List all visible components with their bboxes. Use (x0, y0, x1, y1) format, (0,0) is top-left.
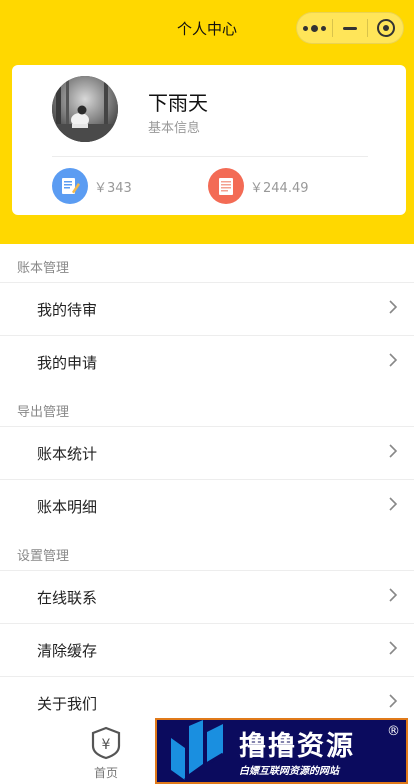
minimize-button[interactable] (333, 13, 368, 43)
registered-mark: ® (387, 724, 400, 739)
chevron-right-icon (389, 694, 398, 708)
stat-value: ￥343 (94, 180, 132, 196)
card-divider (52, 156, 368, 157)
chevron-right-icon (389, 300, 398, 314)
logo-mark-icon (171, 720, 224, 782)
minimize-icon (343, 26, 357, 30)
close-mini-program-button[interactable] (368, 13, 403, 43)
section-title: 设置管理 (17, 549, 70, 564)
menu-item-label: 在线联系 (37, 589, 98, 607)
avatar-photo (52, 76, 118, 142)
menu-item-label: 关于我们 (37, 695, 98, 713)
profile-info-link[interactable]: 基本信息 (148, 117, 200, 136)
chevron-right-icon (389, 588, 398, 602)
yen-glyph: ¥ (102, 737, 111, 753)
tab-home[interactable]: ¥ 首页 (80, 726, 132, 781)
menu-item-online-contact[interactable]: 在线联系 (0, 570, 414, 623)
section-title: 账本管理 (17, 261, 70, 276)
watermark-subtitle: 白嫖互联网资源的网站 (239, 766, 339, 777)
menu-item-label: 清除缓存 (37, 642, 98, 660)
watermark-logo: 撸撸资源 白嫖互联网资源的网站 ® (155, 718, 408, 784)
nav-bar: 个人中心 (0, 0, 414, 56)
watermark-title: 撸撸资源 (239, 731, 355, 762)
menu-item-ledger-details[interactable]: 账本明细 (0, 479, 414, 532)
menu-item-label: 账本统计 (37, 445, 98, 463)
mini-program-capsule (296, 12, 404, 44)
menu-item-label: 我的申请 (37, 354, 98, 372)
menu-item-my-pending[interactable]: 我的待审 (0, 282, 414, 335)
stat-value: ￥244.49 (250, 180, 309, 196)
chevron-right-icon (389, 353, 398, 367)
more-dots-icon (302, 24, 326, 32)
memo-pencil-icon (52, 168, 88, 204)
menu-item-clear-cache[interactable]: 清除缓存 (0, 623, 414, 676)
menu-item-ledger-stats[interactable]: 账本统计 (0, 426, 414, 479)
profile-card: 下雨天 基本信息 ￥343 ￥244.49 (12, 65, 406, 215)
user-name: 下雨天 (148, 91, 208, 115)
tab-home-label: 首页 (93, 766, 118, 780)
menu-list: 账本管理 我的待审 我的申请 导出管理 账本统计 账本明细 设置管理 在线联系 … (0, 244, 414, 729)
chevron-right-icon (389, 444, 398, 458)
avatar[interactable] (52, 76, 118, 142)
menu-item-label: 我的待审 (37, 301, 98, 319)
chevron-right-icon (389, 641, 398, 655)
menu-item-label: 账本明细 (37, 498, 98, 516)
target-icon (376, 19, 395, 37)
stat-total-amount[interactable]: ￥244.49 (208, 168, 309, 204)
chevron-right-icon (389, 497, 398, 511)
section-title: 导出管理 (17, 405, 70, 420)
document-list-icon (208, 168, 244, 204)
menu-item-my-applications[interactable]: 我的申请 (0, 335, 414, 388)
yen-shield-icon: ¥ (91, 726, 121, 760)
more-menu-button[interactable] (297, 13, 332, 43)
stat-pending-amount[interactable]: ￥343 (52, 168, 132, 204)
